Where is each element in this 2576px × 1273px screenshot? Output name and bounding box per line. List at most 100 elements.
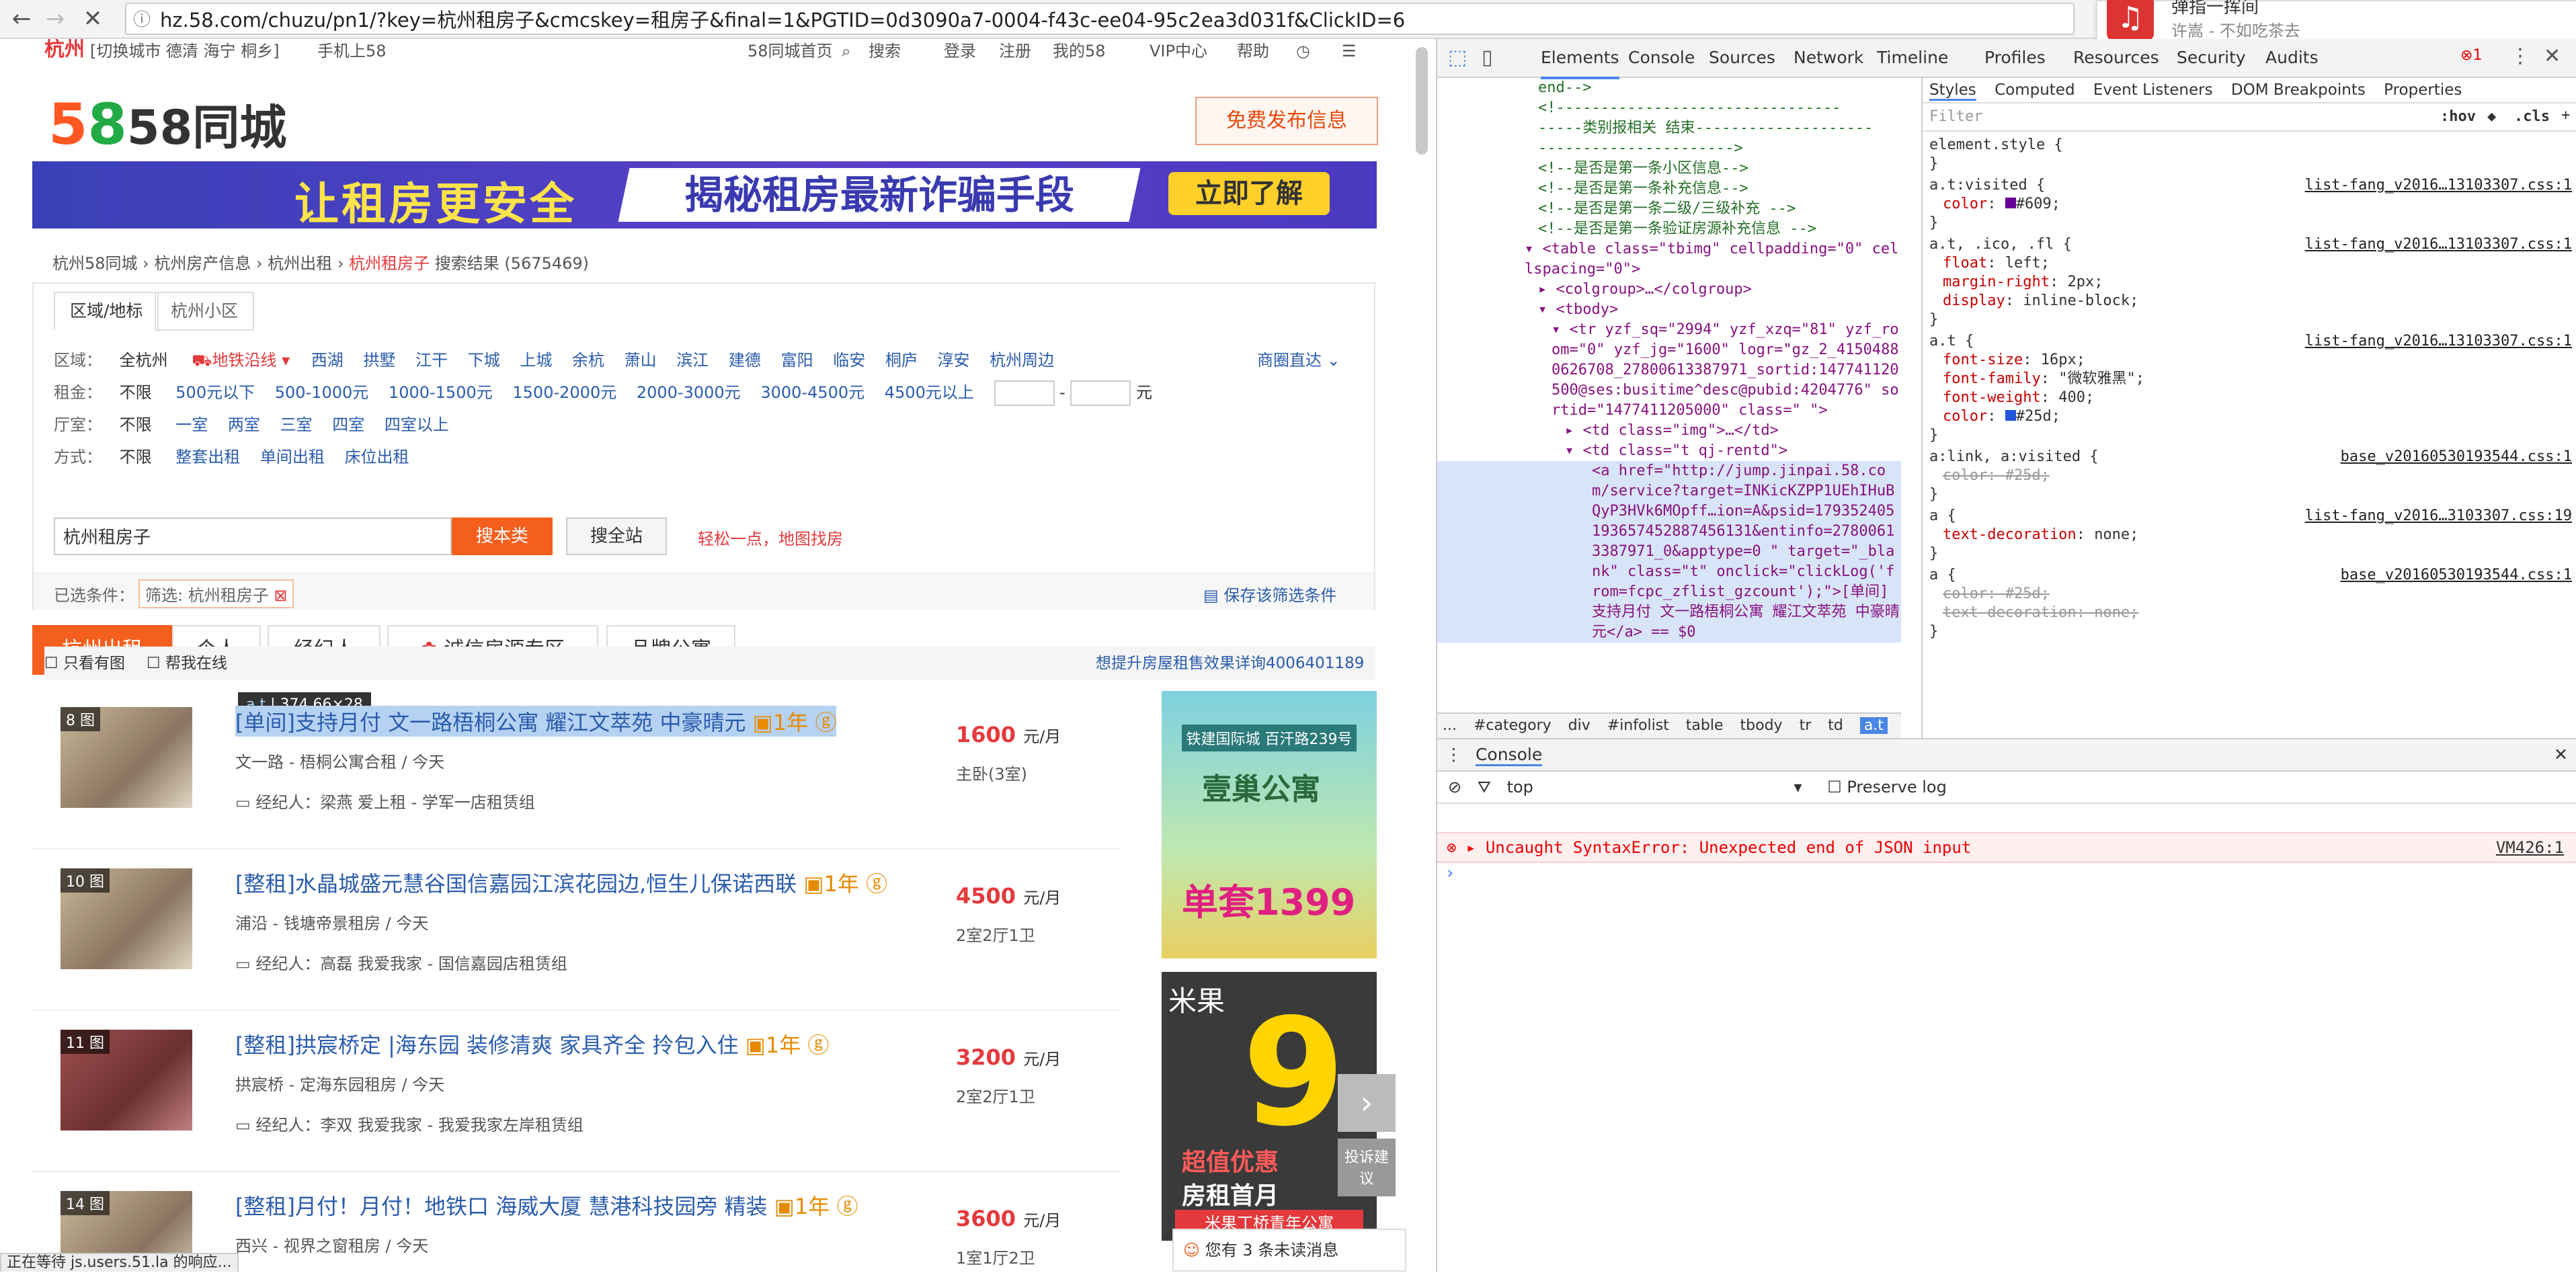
crumb[interactable]: #infolist: [1607, 717, 1669, 734]
rent-option[interactable]: 500元以下: [175, 383, 255, 402]
room-option[interactable]: 三室: [280, 415, 313, 434]
tab-resources[interactable]: Resources: [2073, 39, 2159, 77]
search-site-button[interactable]: 搜全站: [566, 518, 667, 555]
only-pic-checkbox[interactable]: ☐ 只看有图: [44, 647, 125, 680]
business-district-link[interactable]: 商圈直达 ⌄: [1257, 347, 1340, 370]
area-option[interactable]: 滨江: [676, 351, 709, 370]
tab-network[interactable]: Network: [1794, 39, 1863, 77]
crumb[interactable]: td: [1828, 717, 1843, 734]
breadcrumb-item[interactable]: 杭州出租: [268, 254, 332, 273]
search-category-button[interactable]: 搜本类: [452, 518, 553, 555]
area-option[interactable]: 建德: [729, 351, 761, 370]
room-option[interactable]: 两室: [228, 415, 260, 434]
selected-chip[interactable]: 筛选: 杭州租房子 ⊠: [138, 579, 294, 608]
site-logo[interactable]: 5858同城: [48, 90, 286, 158]
crumb[interactable]: tr: [1800, 717, 1812, 734]
context-selector[interactable]: top: [1507, 778, 1533, 796]
area-option[interactable]: 上城: [520, 351, 552, 370]
register-link[interactable]: 注册: [999, 39, 1031, 63]
crumb[interactable]: #category: [1474, 717, 1552, 734]
more-options-icon[interactable]: ⋮: [2510, 44, 2530, 68]
remove-chip-icon[interactable]: ⊠: [274, 586, 287, 605]
crumb[interactable]: div: [1568, 717, 1591, 734]
styles-filter-input[interactable]: Filter: [1929, 108, 1982, 126]
way-option[interactable]: 整套出租: [175, 448, 240, 466]
area-option[interactable]: 富阳: [781, 351, 813, 370]
page-scrollbar[interactable]: [1416, 47, 1428, 155]
unread-message-box[interactable]: ☺ 您有 3 条未读消息: [1172, 1229, 1406, 1272]
console-prompt[interactable]: ›: [1447, 863, 1453, 883]
device-icon[interactable]: ▯: [1482, 46, 1493, 69]
listing-thumbnail[interactable]: 11 图: [61, 1030, 192, 1131]
tab-console[interactable]: Console: [1628, 39, 1695, 77]
room-option[interactable]: 四室以上: [385, 415, 449, 434]
rent-option[interactable]: 500-1000元: [275, 383, 369, 402]
dom-comment[interactable]: <!--是否是第一条验证房源补充信息 -->: [1437, 219, 1901, 239]
search-input[interactable]: 杭州租房子: [54, 518, 452, 555]
dom-comment[interactable]: <!--是否是第一条小区信息-->: [1437, 159, 1901, 179]
dom-comment[interactable]: <!--是否是第一条二级/三级补充 -->: [1437, 199, 1901, 219]
crumb[interactable]: ...: [1443, 717, 1457, 734]
page-info-icon[interactable]: ⓘ: [133, 4, 151, 34]
room-option[interactable]: 一室: [175, 415, 208, 434]
drawer-menu-icon[interactable]: ⋮: [1445, 745, 1462, 764]
tab-elements[interactable]: Elements: [1541, 39, 1619, 79]
style-rule[interactable]: base_v20160530193544.css:1 a:link, a:visi…: [1929, 448, 2572, 504]
home-link[interactable]: 58同城首页: [748, 39, 833, 63]
area-option[interactable]: 萧山: [625, 351, 657, 370]
area-option[interactable]: 淳安: [938, 351, 970, 370]
context-dropdown-icon[interactable]: ▾: [1794, 778, 1802, 796]
rent-option[interactable]: 2000-3000元: [637, 383, 741, 402]
dom-table-node[interactable]: ▾ <table class="tbimg" cellpadding="0" c…: [1437, 239, 1901, 280]
subtab-event-listeners[interactable]: Event Listeners: [2093, 81, 2213, 99]
area-option[interactable]: 杭州周边: [990, 351, 1054, 370]
close-drawer-icon[interactable]: ✕: [2554, 739, 2568, 770]
crumb[interactable]: table: [1686, 717, 1724, 734]
style-rule[interactable]: list-fang_v2016…3103307.css:19 a { text-d…: [1929, 507, 2572, 563]
menu-icon[interactable]: ☰: [1342, 39, 1357, 63]
way-option[interactable]: 单间出租: [260, 448, 325, 466]
rent-option[interactable]: 1500-2000元: [512, 383, 616, 402]
rent-min-input[interactable]: [994, 380, 1055, 406]
error-count-badge[interactable]: ⊗1: [2460, 47, 2482, 64]
rent-option[interactable]: 4500元以上: [885, 383, 974, 402]
stop-icon[interactable]: ✕: [78, 4, 108, 34]
listing-item[interactable]: 10 图 [整租]水晶城盛元慧谷国信嘉园江滨花园边,恒生儿保诺西联 ▣1年 ⓖ …: [32, 850, 1121, 1011]
tab-community[interactable]: 杭州小区: [155, 292, 255, 331]
my58-link[interactable]: 我的58: [1053, 39, 1106, 63]
error-source-link[interactable]: VM426:1: [2496, 833, 2564, 862]
rent-option[interactable]: 3000-4500元: [760, 383, 864, 402]
listing-thumbnail[interactable]: 8 图: [61, 707, 192, 808]
tab-sources[interactable]: Sources: [1709, 39, 1775, 77]
forward-icon[interactable]: →: [40, 4, 70, 34]
area-option[interactable]: 余杭: [572, 351, 604, 370]
dom-selected-a-node[interactable]: <a href="http://jump.jinpai.58.com/servi…: [1437, 461, 1901, 643]
inspect-icon[interactable]: ⬚: [1448, 46, 1467, 69]
dom-tree[interactable]: end--> <!-------------------------------…: [1437, 78, 1901, 750]
dom-tr-node[interactable]: ▾ <tr yzf_sq="2994" yzf_xzq="81" yzf_roo…: [1437, 320, 1901, 421]
search-icon[interactable]: ⌕: [842, 39, 850, 63]
tab-profiles[interactable]: Profiles: [1984, 39, 2046, 77]
listing-thumbnail[interactable]: 10 图: [61, 868, 192, 969]
safety-banner[interactable]: 让租房更安全 揭秘租房最新诈骗手段 立即了解: [32, 161, 1377, 229]
dom-comment[interactable]: end-->: [1437, 78, 1901, 98]
preserve-log-checkbox[interactable]: ☐ Preserve log: [1827, 778, 1947, 796]
banner-learn-more-button[interactable]: 立即了解: [1168, 172, 1330, 215]
style-rule[interactable]: list-fang_v2016…13103307.css:1 a.t:visite…: [1929, 176, 2572, 233]
dom-comment[interactable]: ---------------------->: [1437, 138, 1901, 159]
promo-link[interactable]: 想提升房屋租售效果详询4006401189: [1096, 647, 1364, 680]
crumb[interactable]: tbody: [1740, 717, 1783, 734]
subtab-computed[interactable]: Computed: [1995, 81, 2075, 99]
metro-filter[interactable]: ⛟地铁沿线 ▾: [192, 351, 290, 370]
dom-comment[interactable]: <!--是否是第一条补充信息-->: [1437, 179, 1901, 199]
subtab-dom-breakpoints[interactable]: DOM Breakpoints: [2231, 81, 2366, 99]
crumb-selected[interactable]: a.t: [1859, 717, 1888, 734]
listing-title[interactable]: [单间]支持月付 文一路梧桐公寓 耀江文萃苑 中豪晴元 ▣1年 ⓖ: [235, 706, 837, 737]
area-option[interactable]: 西湖: [311, 351, 344, 370]
rent-max-input[interactable]: [1070, 380, 1131, 406]
listing-title[interactable]: [整租]拱宸桥定 |海东园 装修清爽 家具齐全 拎包入住 ▣1年 ⓖ: [235, 1028, 829, 1059]
free-post-button[interactable]: 免费发布信息: [1195, 97, 1378, 145]
clock-icon[interactable]: ◷: [1296, 39, 1310, 63]
clear-console-icon[interactable]: ⊘: [1448, 778, 1461, 796]
hov-toggle[interactable]: :hov: [2440, 108, 2476, 126]
